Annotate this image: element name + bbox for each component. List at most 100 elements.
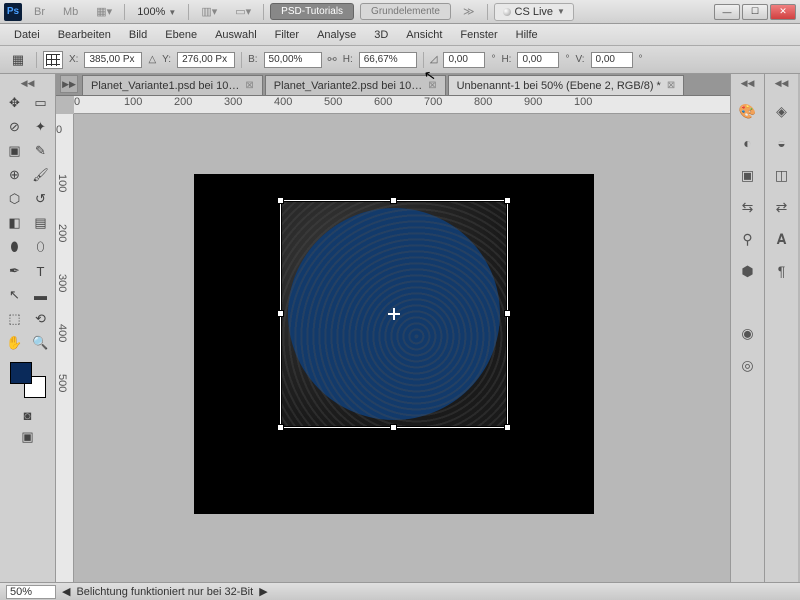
close-tab-icon[interactable]: ⊠ — [245, 80, 253, 91]
shape-tool[interactable]: ▬ — [29, 284, 53, 306]
type-tool[interactable]: T — [29, 260, 53, 282]
expand-icon[interactable]: ◀◀ — [741, 78, 755, 92]
angle-icon: ◿ — [430, 54, 438, 65]
zoom-level[interactable]: 100% ▼ — [131, 4, 182, 20]
menu-datei[interactable]: Datei — [6, 26, 48, 44]
doc-tab-3[interactable]: Unbenannt-1 bei 50% (Ebene 2, RGB/8) *⊠ — [448, 75, 685, 95]
expand-icon[interactable]: ◀◀ — [775, 78, 789, 92]
brush-tool[interactable]: 🖌 — [29, 164, 53, 186]
path-tool[interactable]: ↖ — [3, 284, 27, 306]
skew-h-label: H: — [501, 54, 511, 65]
doc-tab-1[interactable]: Planet_Variante1.psd bei 10…⊠ — [82, 75, 263, 95]
link-icon[interactable]: ⚯ — [328, 53, 337, 66]
ruler-horizontal[interactable]: 0 100 200 300 400 500 600 700 800 900 10… — [74, 96, 730, 114]
crop-tool[interactable]: ▣ — [3, 140, 27, 162]
color-panel-icon[interactable]: 🎨 — [735, 98, 761, 124]
menu-hilfe[interactable]: Hilfe — [508, 26, 546, 44]
marquee-tool[interactable]: ▭ — [29, 92, 53, 114]
skew-v-input[interactable] — [591, 52, 633, 68]
zoom-input[interactable] — [6, 585, 56, 599]
skew-h-input[interactable] — [517, 52, 559, 68]
x-input[interactable] — [84, 52, 142, 68]
close-button[interactable]: ✕ — [770, 4, 796, 20]
quickmask-tool[interactable]: ◙ — [16, 404, 40, 426]
brush-panel-icon[interactable]: ⇆ — [735, 194, 761, 220]
minimize-button[interactable]: — — [714, 4, 740, 20]
wand-tool[interactable]: ✦ — [29, 116, 53, 138]
tab-chevron-icon[interactable]: ▶▶ — [60, 75, 78, 93]
dodge-tool[interactable]: ⬯ — [29, 236, 53, 258]
gradient-tool[interactable]: ▤ — [29, 212, 53, 234]
stamp-tool[interactable]: ⬡ — [3, 188, 27, 210]
lasso-tool[interactable]: ⊘ — [3, 116, 27, 138]
styles-panel-icon[interactable]: ◫ — [769, 162, 795, 188]
layers-panel-icon[interactable]: ◈ — [769, 98, 795, 124]
para-panel-icon[interactable]: ¶ — [769, 258, 795, 284]
3d-rotate-tool[interactable]: ⟲ — [29, 308, 53, 330]
grundelemente-button[interactable]: Grundelemente — [360, 3, 451, 20]
status-next-icon[interactable]: ▶ — [259, 585, 267, 598]
bridge-button[interactable]: Br — [28, 4, 51, 20]
eyedropper-tool[interactable]: ✎ — [29, 140, 53, 162]
hand-tool[interactable]: ✋ — [3, 332, 27, 354]
y-input[interactable] — [177, 52, 235, 68]
reference-point-icon[interactable] — [43, 51, 63, 69]
menu-ebene[interactable]: Ebene — [157, 26, 205, 44]
angle-input[interactable] — [443, 52, 485, 68]
history-brush-tool[interactable]: ↺ — [29, 188, 53, 210]
panel-dock: ◀◀ 🎨 ◐ ▣ ⇆ ⚲ ⬢ ◉ ◎ ◀◀ ◈ ◒ ◫ ⇄ 𝐀 ¶ — [730, 74, 800, 582]
screenmode-tool[interactable]: ▣ — [16, 426, 40, 448]
menu-bild[interactable]: Bild — [121, 26, 155, 44]
ruler-vertical[interactable]: 0 100 200 300 400 500 — [56, 114, 74, 582]
stamp-panel-icon[interactable]: ⬢ — [735, 258, 761, 284]
h-input[interactable] — [359, 52, 417, 68]
minibridge-button[interactable]: Mb — [57, 4, 84, 20]
transform-tool-icon[interactable]: ▦ — [6, 49, 30, 71]
maximize-button[interactable]: ☐ — [742, 4, 768, 20]
swap-panel-icon[interactable]: ⇄ — [769, 194, 795, 220]
menu-auswahl[interactable]: Auswahl — [207, 26, 265, 44]
collapse-icon[interactable]: ◀◀ — [21, 78, 35, 89]
menu-filter[interactable]: Filter — [267, 26, 307, 44]
doc-tab-2[interactable]: Planet_Variante2.psd bei 10…⊠ — [265, 75, 446, 95]
y-label: Y: — [162, 54, 171, 65]
menu-bearbeiten[interactable]: Bearbeiten — [50, 26, 119, 44]
arrange-icon[interactable]: ▥▾ — [195, 3, 223, 20]
menu-bar: Datei Bearbeiten Bild Ebene Auswahl Filt… — [0, 24, 800, 46]
psd-tutorials-button[interactable]: PSD-Tutorials — [270, 3, 354, 20]
screen-mode-icon[interactable]: ▦▾ — [90, 3, 118, 20]
delta-icon[interactable]: △ — [148, 54, 156, 65]
circle-shape — [288, 208, 500, 420]
w-input[interactable] — [264, 52, 322, 68]
canvas[interactable] — [74, 114, 730, 582]
menu-ansicht[interactable]: Ansicht — [398, 26, 450, 44]
cs-live-button[interactable]: CS Live ▼ — [494, 3, 574, 21]
w-label: B: — [248, 54, 257, 65]
3d-tool[interactable]: ⬚ — [3, 308, 27, 330]
status-prev-icon[interactable]: ◀ — [62, 585, 70, 598]
heal-tool[interactable]: ⊕ — [3, 164, 27, 186]
move-tool[interactable]: ✥ — [3, 92, 27, 114]
char-panel-icon[interactable]: 𝐀 — [769, 226, 795, 252]
menu-analyse[interactable]: Analyse — [309, 26, 364, 44]
menu-fenster[interactable]: Fenster — [452, 26, 505, 44]
menu-3d[interactable]: 3D — [366, 26, 396, 44]
circle-panel-icon[interactable]: ◎ — [735, 352, 761, 378]
viewmode-icon[interactable]: ▭▾ — [229, 3, 257, 20]
pen-tool[interactable]: ✒ — [3, 260, 27, 282]
x-label: X: — [69, 54, 78, 65]
channels-panel-icon[interactable]: ◒ — [769, 130, 795, 156]
color-swatches[interactable] — [10, 362, 46, 398]
canvas-background — [194, 174, 594, 514]
adjust-panel-icon[interactable]: ◐ — [735, 130, 761, 156]
zoom-tool[interactable]: 🔍 — [29, 332, 53, 354]
close-tab-icon[interactable]: ⊠ — [428, 80, 436, 91]
paths-panel-icon[interactable]: ⚲ — [735, 226, 761, 252]
blur-tool[interactable]: ⬮ — [3, 236, 27, 258]
eraser-tool[interactable]: ◧ — [3, 212, 27, 234]
close-tab-icon[interactable]: ⊠ — [667, 80, 675, 91]
foreground-color[interactable] — [10, 362, 32, 384]
more-icon[interactable]: ≫ — [457, 3, 481, 20]
mask-panel-icon[interactable]: ▣ — [735, 162, 761, 188]
bw-panel-icon[interactable]: ◉ — [735, 320, 761, 346]
